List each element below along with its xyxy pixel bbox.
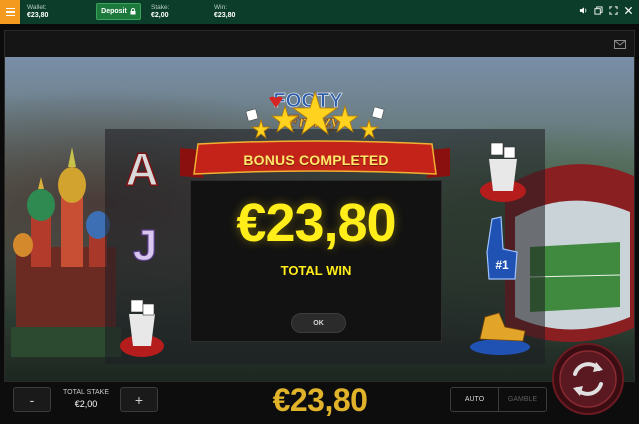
fullscreen-icon[interactable] bbox=[609, 6, 618, 15]
increase-stake-button[interactable]: + bbox=[120, 387, 158, 412]
wallet-display: Wallet: €23,80 bbox=[27, 4, 48, 20]
win-label: Win: bbox=[214, 4, 227, 11]
total-win-label: TOTAL WIN bbox=[280, 263, 352, 278]
decrease-stake-button[interactable]: - bbox=[13, 387, 51, 412]
svg-text:J: J bbox=[133, 221, 157, 270]
wallet-value: €23,80 bbox=[27, 12, 49, 19]
stake-value: €2,00 bbox=[151, 12, 169, 19]
reel-symbol-j: J bbox=[132, 220, 158, 270]
bottom-control-bar: - TOTAL STAKE €2,00 + €23,80 AUTO GAMBLE bbox=[0, 382, 639, 424]
autoplay-button[interactable]: AUTO bbox=[451, 388, 499, 411]
bonus-win-amount: €23,80 bbox=[236, 193, 396, 253]
dice-cup-symbol bbox=[480, 142, 526, 202]
restore-window-icon[interactable] bbox=[594, 6, 603, 15]
wallet-label: Wallet: bbox=[27, 4, 47, 11]
dice-cup-symbol bbox=[120, 299, 164, 357]
menu-icon-line bbox=[5, 7, 15, 10]
window-controls bbox=[579, 6, 633, 15]
total-win-display: €23,80 bbox=[272, 382, 368, 418]
bonus-completed-title: BONUS COMPLETED bbox=[243, 152, 389, 168]
deposit-label: Deposit bbox=[101, 8, 127, 15]
golden-boot-symbol bbox=[470, 312, 530, 355]
menu-icon-line bbox=[5, 14, 15, 17]
svg-text:#1: #1 bbox=[495, 258, 509, 272]
reel-symbol-a: A bbox=[125, 142, 160, 196]
close-icon[interactable] bbox=[624, 6, 633, 15]
top-bar: Wallet: €23,80 Deposit Stake: €2,00 Win:… bbox=[0, 0, 639, 24]
lock-icon bbox=[130, 8, 136, 15]
sound-icon[interactable] bbox=[579, 6, 588, 15]
menu-button[interactable] bbox=[0, 0, 20, 24]
mail-icon[interactable] bbox=[614, 40, 626, 49]
autoplay-gamble-group: AUTO GAMBLE bbox=[450, 387, 547, 412]
svg-text:A: A bbox=[125, 143, 158, 195]
total-stake-value: €2,00 bbox=[74, 399, 98, 409]
win-display: Win: €23,80 bbox=[214, 4, 235, 20]
gamble-button[interactable]: GAMBLE bbox=[499, 388, 546, 411]
deposit-button[interactable]: Deposit bbox=[96, 3, 141, 20]
heart-icon bbox=[269, 96, 283, 108]
menu-icon-line bbox=[5, 11, 15, 13]
ok-button[interactable]: OK bbox=[291, 313, 346, 333]
spin-button[interactable] bbox=[551, 342, 625, 416]
total-stake-label: TOTAL STAKE bbox=[62, 389, 110, 396]
stars-decoration bbox=[245, 90, 385, 140]
stake-label: Stake: bbox=[151, 4, 170, 11]
stake-display: Stake: €2,00 bbox=[151, 4, 169, 20]
foam-finger-symbol: #1 bbox=[486, 216, 518, 280]
win-value: €23,80 bbox=[214, 12, 236, 19]
